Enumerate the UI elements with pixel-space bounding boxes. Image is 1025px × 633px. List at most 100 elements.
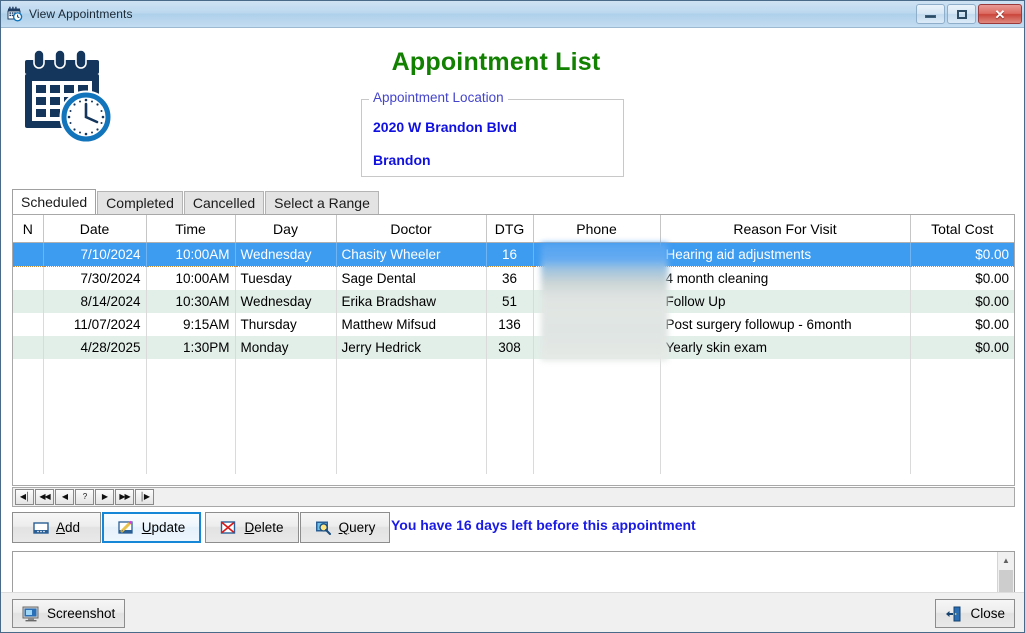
cell-n [13,266,44,290]
first-record-button[interactable]: ◀│ [15,489,34,505]
scroll-up-button[interactable]: ▲ [998,552,1014,569]
tab-completed[interactable]: Completed [97,191,183,214]
cell-phone [533,266,661,290]
table-header-row: N Date Time Day Doctor DTG Phone Reason … [13,215,1014,243]
tab-select-a-range[interactable]: Select a Range [265,191,379,214]
minimize-button[interactable] [916,4,945,24]
cell-day: Wednesday [235,290,337,313]
appointments-grid[interactable]: N Date Time Day Doctor DTG Phone Reason … [12,214,1015,486]
record-navigator: ◀│ ◀◀ ◀ ? ▶ ▶▶ │▶ [12,487,1015,507]
delete-button-label: Delete [244,520,284,535]
table-row[interactable]: 11/07/2024 9:15AM Thursday Matthew Mifsu… [13,313,1014,336]
cell-total-cost: $0.00 [910,290,1014,313]
col-header-n[interactable]: N [13,215,44,243]
col-header-doctor[interactable]: Doctor [336,215,487,243]
col-header-day[interactable]: Day [235,215,337,243]
cell-reason: Yearly skin exam [660,336,911,359]
screenshot-button-label: Screenshot [47,606,116,621]
view-appointments-window: View Appointments ✕ Appointment List 202… [0,0,1025,633]
table-row[interactable]: 7/10/2024 10:00AM Wednesday Chasity Whee… [13,242,1014,267]
next-page-button[interactable]: ▶▶ [115,489,134,505]
screenshot-button[interactable]: Screenshot [12,599,126,628]
calendar-clock-logo [19,48,117,144]
close-button[interactable]: Close [935,599,1015,628]
title-bar: View Appointments ✕ [1,1,1024,28]
update-button[interactable]: Update [102,512,201,543]
next-record-button[interactable]: ▶ [95,489,114,505]
col-header-phone[interactable]: Phone [533,215,661,243]
add-button[interactable]: Add [12,512,101,543]
add-button-label: Add [55,520,81,535]
edit-pencil-icon [118,520,135,535]
appointments-table: N Date Time Day Doctor DTG Phone Reason … [13,215,1014,474]
table-empty-row [13,382,1014,405]
table-row[interactable]: 8/14/2024 10:30AM Wednesday Erika Bradsh… [13,290,1014,313]
col-header-date[interactable]: Date [43,215,147,243]
cell-date: 7/30/2024 [43,266,147,290]
magnifier-icon [315,520,332,535]
cell-phone [533,336,661,359]
last-record-button[interactable]: │▶ [135,489,154,505]
insert-record-icon [33,521,49,535]
table-empty-row [13,359,1014,382]
cell-doctor: Jerry Hedrick [336,336,487,359]
cell-n [13,242,44,267]
prev-page-button[interactable]: ◀◀ [35,489,54,505]
tab-scheduled[interactable]: Scheduled [12,189,97,214]
page-title: Appointment List [391,48,601,76]
cell-phone [533,290,661,313]
maximize-button[interactable] [947,4,976,24]
delete-button[interactable]: Delete [205,512,299,543]
table-empty-row [13,451,1014,474]
prev-record-button[interactable]: ◀ [55,489,74,505]
cell-dtg: 36 [486,266,534,290]
cell-doctor: Chasity Wheeler [336,242,487,267]
col-header-reason[interactable]: Reason For Visit [660,215,911,243]
appointment-location-group: 2020 W Brandon Blvd Brandon [361,99,624,177]
tab-cancelled-label: Cancelled [192,195,256,211]
cell-doctor: Sage Dental [336,266,487,290]
table-empty-row [13,428,1014,451]
cell-phone [533,313,661,336]
cell-n [13,336,44,359]
close-window-button[interactable]: ✕ [978,4,1022,24]
help-button[interactable]: ? [75,489,94,505]
tab-scheduled-label: Scheduled [21,194,88,210]
close-button-label: Close [970,606,1005,621]
cell-reason: Post surgery followup - 6month [660,313,911,336]
calendar-clock-icon [7,6,23,22]
table-row[interactable]: 4/28/2025 1:30PM Monday Jerry Hedrick 30… [13,336,1014,359]
cell-reason: Follow Up [660,290,911,313]
col-header-total-cost[interactable]: Total Cost [910,215,1014,243]
cell-reason: 4 month cleaning [660,266,911,290]
maximize-icon [956,9,967,19]
exit-door-icon [945,606,963,622]
window-title: View Appointments [29,7,133,21]
cell-total-cost: $0.00 [910,266,1014,290]
cell-time: 9:15AM [146,313,236,336]
cell-n [13,313,44,336]
status-message: You have 16 days left before this appoin… [391,517,696,533]
cell-dtg: 136 [486,313,534,336]
update-button-label: Update [141,520,186,535]
cell-total-cost: $0.00 [910,313,1014,336]
query-button[interactable]: Query [300,512,390,543]
cell-dtg: 308 [486,336,534,359]
tab-select-a-range-label: Select a Range [274,195,370,211]
cell-date: 7/10/2024 [43,242,147,267]
table-row[interactable]: 7/30/2024 10:00AM Tuesday Sage Dental 36… [13,266,1014,290]
tab-strip: Scheduled Completed Cancelled Select a R… [12,189,1015,214]
query-button-label: Query [338,520,376,535]
cell-time: 10:00AM [146,242,236,267]
tab-cancelled[interactable]: Cancelled [183,191,265,214]
col-header-dtg[interactable]: DTG [486,215,534,243]
cell-dtg: 16 [486,242,534,267]
window-controls: ✕ [916,4,1022,24]
tab-completed-label: Completed [106,195,174,211]
monitor-screenshot-icon [22,606,40,622]
cell-dtg: 51 [486,290,534,313]
address-line-1: 2020 W Brandon Blvd [373,119,517,135]
cell-time: 1:30PM [146,336,236,359]
col-header-time[interactable]: Time [146,215,236,243]
table-empty-row [13,405,1014,428]
